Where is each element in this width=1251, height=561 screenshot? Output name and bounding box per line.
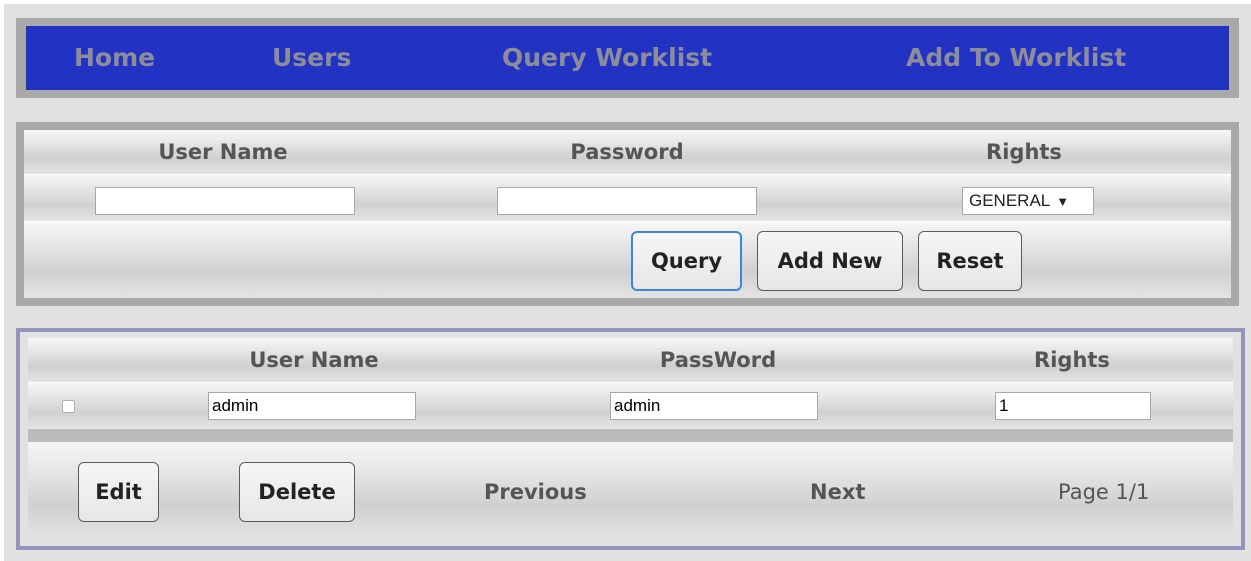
row-rights-field[interactable] [995, 392, 1151, 420]
edit-button[interactable]: Edit [78, 462, 159, 522]
query-button-row: Query Add New Reset [24, 222, 1231, 298]
query-rights-header: Rights [986, 140, 1062, 164]
nav-bar: Home Users Query Worklist Add To Worklis… [26, 26, 1229, 90]
nav-users[interactable]: Users [272, 26, 351, 90]
previous-page-link[interactable]: Previous [484, 480, 587, 504]
query-password-header: Password [570, 140, 684, 164]
results-footer-row: Edit Delete Previous Next Page 1/1 [28, 442, 1233, 540]
nav-query-worklist[interactable]: Query Worklist [502, 26, 712, 90]
rights-select[interactable]: GENERAL ▼ [962, 187, 1094, 215]
query-input-row: GENERAL ▼ [24, 175, 1231, 222]
table-row [28, 383, 1233, 429]
query-username-header: User Name [158, 140, 288, 164]
add-new-button[interactable]: Add New [757, 231, 903, 291]
delete-button[interactable]: Delete [239, 462, 355, 522]
username-field[interactable] [95, 187, 355, 215]
results-username-header: User Name [249, 348, 379, 372]
query-panel: User Name Password Rights GENERAL ▼ Quer… [16, 122, 1239, 306]
nav-bar-border: Home Users Query Worklist Add To Worklis… [16, 18, 1239, 98]
nav-home[interactable]: Home [74, 26, 155, 90]
row-checkbox[interactable] [62, 400, 75, 413]
query-button[interactable]: Query [631, 231, 742, 291]
rights-select-value: GENERAL [969, 191, 1051, 210]
row-username-field[interactable] [208, 392, 416, 420]
next-page-link[interactable]: Next [810, 480, 865, 504]
results-header-row: User Name PassWord Rights [28, 338, 1233, 383]
results-panel: User Name PassWord Rights Edit Delete Pr… [16, 328, 1245, 550]
results-password-header: PassWord [659, 348, 777, 372]
page-indicator: Page 1/1 [1058, 480, 1150, 504]
app-frame: Home Users Query Worklist Add To Worklis… [4, 4, 1251, 561]
query-header-row: User Name Password Rights [24, 130, 1231, 175]
dropdown-arrow-icon: ▼ [1056, 193, 1070, 209]
nav-add-to-worklist[interactable]: Add To Worklist [906, 26, 1126, 90]
row-password-field[interactable] [610, 392, 818, 420]
reset-button[interactable]: Reset [918, 231, 1022, 291]
password-field[interactable] [497, 187, 757, 215]
results-rights-header: Rights [1034, 348, 1110, 372]
